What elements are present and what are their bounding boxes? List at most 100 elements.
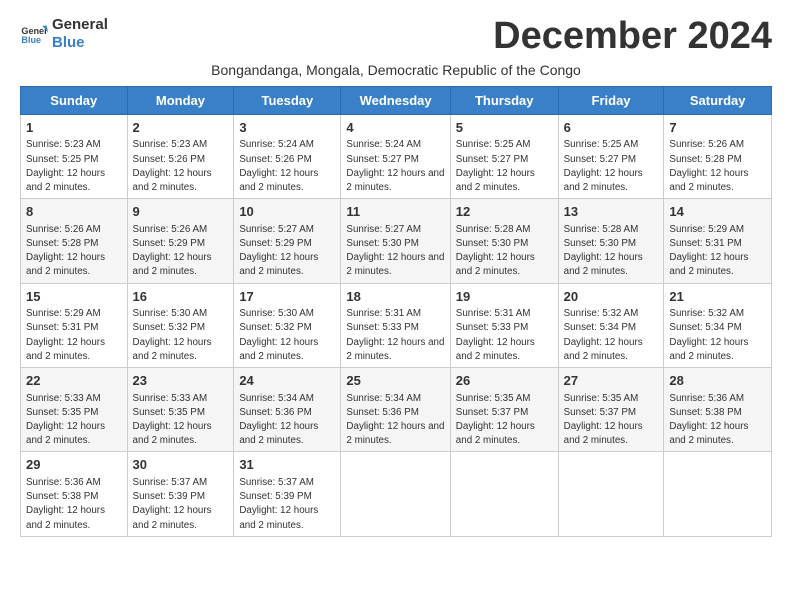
- logo-text: General Blue: [52, 16, 108, 52]
- day-number: 23: [133, 372, 229, 390]
- calendar-cell: 7 Sunrise: 5:26 AMSunset: 5:28 PMDayligh…: [664, 114, 772, 198]
- day-info: Sunrise: 5:28 AMSunset: 5:30 PMDaylight:…: [456, 224, 535, 278]
- day-info: Sunrise: 5:25 AMSunset: 5:27 PMDaylight:…: [564, 139, 643, 193]
- calendar-cell: 3 Sunrise: 5:24 AMSunset: 5:26 PMDayligh…: [234, 114, 341, 198]
- day-info: Sunrise: 5:26 AMSunset: 5:28 PMDaylight:…: [669, 139, 748, 193]
- dow-header-saturday: Saturday: [664, 86, 772, 114]
- day-info: Sunrise: 5:33 AMSunset: 5:35 PMDaylight:…: [133, 393, 212, 447]
- day-info: Sunrise: 5:31 AMSunset: 5:33 PMDaylight:…: [456, 308, 535, 362]
- logo-blue: Blue: [52, 34, 85, 51]
- calendar-cell: 2 Sunrise: 5:23 AMSunset: 5:26 PMDayligh…: [127, 114, 234, 198]
- calendar-cell: 5 Sunrise: 5:25 AMSunset: 5:27 PMDayligh…: [450, 114, 558, 198]
- day-number: 6: [564, 119, 659, 137]
- day-info: Sunrise: 5:27 AMSunset: 5:29 PMDaylight:…: [239, 224, 318, 278]
- day-info: Sunrise: 5:32 AMSunset: 5:34 PMDaylight:…: [669, 308, 748, 362]
- day-number: 28: [669, 372, 766, 390]
- dow-header-tuesday: Tuesday: [234, 86, 341, 114]
- calendar-cell: 4 Sunrise: 5:24 AMSunset: 5:27 PMDayligh…: [341, 114, 450, 198]
- day-info: Sunrise: 5:36 AMSunset: 5:38 PMDaylight:…: [26, 477, 105, 531]
- calendar-cell: [450, 452, 558, 536]
- calendar-cell: 9 Sunrise: 5:26 AMSunset: 5:29 PMDayligh…: [127, 199, 234, 283]
- calendar-cell: 29 Sunrise: 5:36 AMSunset: 5:38 PMDaylig…: [21, 452, 128, 536]
- day-number: 26: [456, 372, 553, 390]
- svg-text:Blue: Blue: [21, 35, 41, 45]
- calendar-cell: 23 Sunrise: 5:33 AMSunset: 5:35 PMDaylig…: [127, 368, 234, 452]
- day-number: 12: [456, 203, 553, 221]
- day-info: Sunrise: 5:24 AMSunset: 5:27 PMDaylight:…: [346, 139, 444, 193]
- dow-header-friday: Friday: [558, 86, 664, 114]
- calendar-cell: 1 Sunrise: 5:23 AMSunset: 5:25 PMDayligh…: [21, 114, 128, 198]
- day-info: Sunrise: 5:35 AMSunset: 5:37 PMDaylight:…: [564, 393, 643, 447]
- calendar-cell: 15 Sunrise: 5:29 AMSunset: 5:31 PMDaylig…: [21, 283, 128, 367]
- day-number: 18: [346, 288, 444, 306]
- day-number: 11: [346, 203, 444, 221]
- calendar-cell: 6 Sunrise: 5:25 AMSunset: 5:27 PMDayligh…: [558, 114, 664, 198]
- calendar-cell: 24 Sunrise: 5:34 AMSunset: 5:36 PMDaylig…: [234, 368, 341, 452]
- day-number: 25: [346, 372, 444, 390]
- calendar-cell: [558, 452, 664, 536]
- calendar-cell: 11 Sunrise: 5:27 AMSunset: 5:30 PMDaylig…: [341, 199, 450, 283]
- day-number: 30: [133, 456, 229, 474]
- calendar-cell: 28 Sunrise: 5:36 AMSunset: 5:38 PMDaylig…: [664, 368, 772, 452]
- dow-header-wednesday: Wednesday: [341, 86, 450, 114]
- logo-icon: General Blue: [20, 20, 48, 48]
- calendar-cell: 14 Sunrise: 5:29 AMSunset: 5:31 PMDaylig…: [664, 199, 772, 283]
- calendar-cell: [664, 452, 772, 536]
- day-number: 8: [26, 203, 122, 221]
- day-number: 7: [669, 119, 766, 137]
- calendar-cell: [341, 452, 450, 536]
- month-title: December 2024: [493, 16, 772, 58]
- day-number: 9: [133, 203, 229, 221]
- dow-header-sunday: Sunday: [21, 86, 128, 114]
- day-number: 27: [564, 372, 659, 390]
- day-info: Sunrise: 5:26 AMSunset: 5:29 PMDaylight:…: [133, 224, 212, 278]
- day-info: Sunrise: 5:34 AMSunset: 5:36 PMDaylight:…: [239, 393, 318, 447]
- day-number: 19: [456, 288, 553, 306]
- calendar-cell: 16 Sunrise: 5:30 AMSunset: 5:32 PMDaylig…: [127, 283, 234, 367]
- day-info: Sunrise: 5:28 AMSunset: 5:30 PMDaylight:…: [564, 224, 643, 278]
- dow-header-thursday: Thursday: [450, 86, 558, 114]
- day-info: Sunrise: 5:37 AMSunset: 5:39 PMDaylight:…: [239, 477, 318, 531]
- day-info: Sunrise: 5:31 AMSunset: 5:33 PMDaylight:…: [346, 308, 444, 362]
- day-number: 3: [239, 119, 335, 137]
- day-info: Sunrise: 5:36 AMSunset: 5:38 PMDaylight:…: [669, 393, 748, 447]
- day-info: Sunrise: 5:23 AMSunset: 5:25 PMDaylight:…: [26, 139, 105, 193]
- header: General Blue General Blue December 2024: [20, 16, 772, 58]
- calendar-cell: 26 Sunrise: 5:35 AMSunset: 5:37 PMDaylig…: [450, 368, 558, 452]
- day-number: 16: [133, 288, 229, 306]
- day-number: 1: [26, 119, 122, 137]
- calendar-cell: 21 Sunrise: 5:32 AMSunset: 5:34 PMDaylig…: [664, 283, 772, 367]
- day-info: Sunrise: 5:34 AMSunset: 5:36 PMDaylight:…: [346, 393, 444, 447]
- calendar-cell: 31 Sunrise: 5:37 AMSunset: 5:39 PMDaylig…: [234, 452, 341, 536]
- calendar-cell: 20 Sunrise: 5:32 AMSunset: 5:34 PMDaylig…: [558, 283, 664, 367]
- day-number: 15: [26, 288, 122, 306]
- day-info: Sunrise: 5:27 AMSunset: 5:30 PMDaylight:…: [346, 224, 444, 278]
- dow-header-monday: Monday: [127, 86, 234, 114]
- day-number: 5: [456, 119, 553, 137]
- logo: General Blue General Blue: [20, 16, 108, 52]
- calendar-cell: 25 Sunrise: 5:34 AMSunset: 5:36 PMDaylig…: [341, 368, 450, 452]
- day-info: Sunrise: 5:26 AMSunset: 5:28 PMDaylight:…: [26, 224, 105, 278]
- day-info: Sunrise: 5:30 AMSunset: 5:32 PMDaylight:…: [239, 308, 318, 362]
- day-number: 31: [239, 456, 335, 474]
- day-info: Sunrise: 5:33 AMSunset: 5:35 PMDaylight:…: [26, 393, 105, 447]
- page-subtitle: Bongandanga, Mongala, Democratic Republi…: [20, 62, 772, 78]
- day-info: Sunrise: 5:30 AMSunset: 5:32 PMDaylight:…: [133, 308, 212, 362]
- day-number: 22: [26, 372, 122, 390]
- day-info: Sunrise: 5:25 AMSunset: 5:27 PMDaylight:…: [456, 139, 535, 193]
- day-info: Sunrise: 5:29 AMSunset: 5:31 PMDaylight:…: [26, 308, 105, 362]
- calendar-cell: 12 Sunrise: 5:28 AMSunset: 5:30 PMDaylig…: [450, 199, 558, 283]
- calendar-cell: 30 Sunrise: 5:37 AMSunset: 5:39 PMDaylig…: [127, 452, 234, 536]
- day-info: Sunrise: 5:35 AMSunset: 5:37 PMDaylight:…: [456, 393, 535, 447]
- calendar-cell: 18 Sunrise: 5:31 AMSunset: 5:33 PMDaylig…: [341, 283, 450, 367]
- day-number: 13: [564, 203, 659, 221]
- calendar-cell: 27 Sunrise: 5:35 AMSunset: 5:37 PMDaylig…: [558, 368, 664, 452]
- day-number: 21: [669, 288, 766, 306]
- day-number: 17: [239, 288, 335, 306]
- logo-general: General: [52, 16, 108, 33]
- day-number: 2: [133, 119, 229, 137]
- calendar-cell: 17 Sunrise: 5:30 AMSunset: 5:32 PMDaylig…: [234, 283, 341, 367]
- day-number: 14: [669, 203, 766, 221]
- day-info: Sunrise: 5:37 AMSunset: 5:39 PMDaylight:…: [133, 477, 212, 531]
- calendar-table: SundayMondayTuesdayWednesdayThursdayFrid…: [20, 86, 772, 537]
